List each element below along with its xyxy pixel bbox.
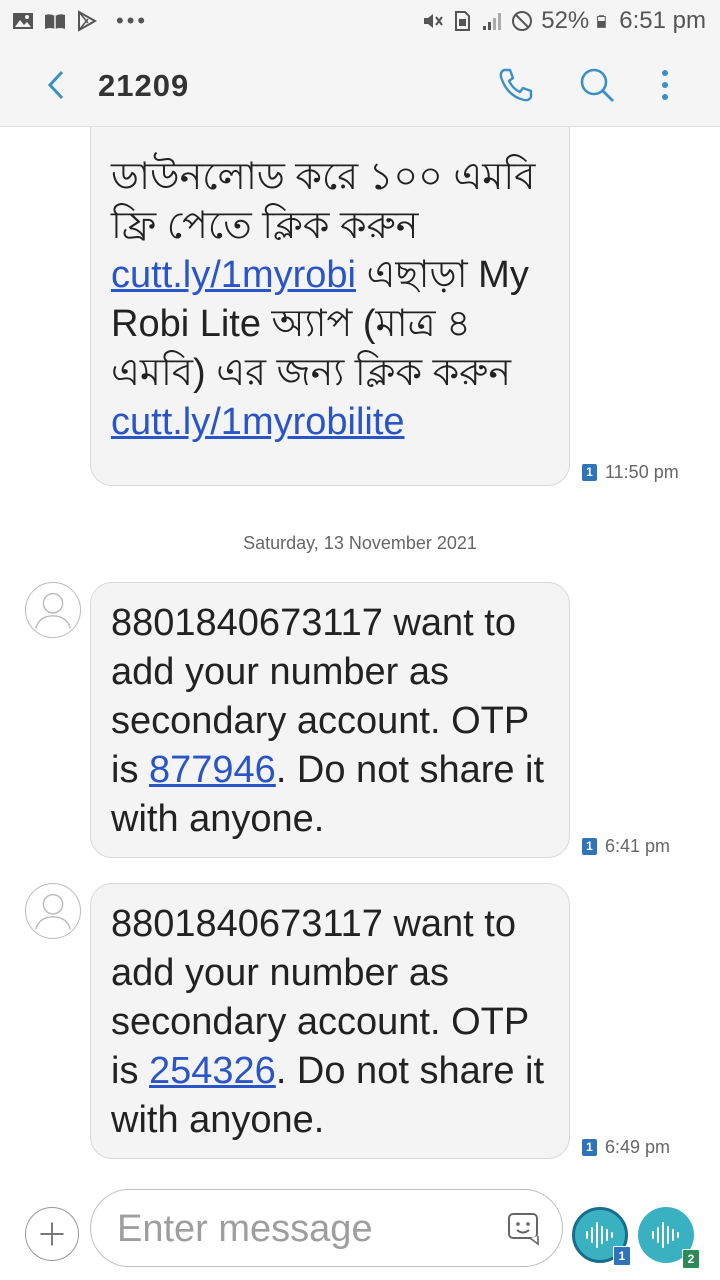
- contact-avatar[interactable]: [25, 582, 81, 638]
- book-icon: [45, 14, 65, 29]
- voice-send-sim1-button[interactable]: 1: [572, 1207, 631, 1266]
- otp-link[interactable]: 254326: [149, 1050, 276, 1092]
- sticker-icon[interactable]: [506, 1210, 542, 1246]
- sim2-badge: 2: [682, 1249, 700, 1269]
- sim1-badge: 1: [613, 1246, 631, 1266]
- otp-link[interactable]: 877946: [149, 749, 276, 791]
- more-notifications-icon: •••: [116, 8, 149, 33]
- link-cutt-ly-1myrobilite[interactable]: cutt.ly/1myrobilite: [111, 401, 405, 443]
- sim1-badge: 1: [582, 838, 597, 855]
- sim1-badge: 1: [582, 1139, 597, 1156]
- sim-icon: [455, 11, 471, 31]
- message-list[interactable]: ডাউনলোড করে ১০০ এমবি ফ্রি পেতে ক্লিক করু…: [0, 127, 720, 1177]
- link-cutt-ly-1myrobi[interactable]: cutt.ly/1myrobi: [111, 254, 356, 296]
- message-time: 1 11:50 pm: [582, 462, 679, 483]
- sim1-badge: 1: [582, 464, 597, 481]
- conversation-header: 21209: [0, 44, 720, 127]
- message-input[interactable]: [115, 1202, 499, 1256]
- message-bubble[interactable]: 8801840673117 want to add your number as…: [90, 582, 570, 858]
- clipped-line: [111, 127, 549, 153]
- search-icon[interactable]: [576, 64, 618, 106]
- message-time: 1 6:41 pm: [582, 836, 670, 857]
- message-input-container[interactable]: [90, 1189, 563, 1267]
- add-attachment-button[interactable]: [25, 1207, 79, 1261]
- signal-icon: [483, 13, 502, 30]
- battery-percent: 52%: [541, 7, 590, 34]
- voice-send-sim2-button[interactable]: 2: [638, 1207, 700, 1269]
- message-time: 1 6:49 pm: [582, 1137, 670, 1158]
- date-separator: Saturday, 13 November 2021: [243, 533, 477, 553]
- phone-icon[interactable]: [494, 64, 536, 106]
- mute-vibrate-icon: [424, 14, 444, 28]
- message-bubble[interactable]: 8801840673117 want to add your number as…: [90, 883, 570, 1159]
- battery-icon: [597, 15, 607, 28]
- contact-avatar[interactable]: [25, 883, 81, 939]
- clock: 6:51 pm: [619, 7, 706, 34]
- message-composer: 1 2: [0, 1180, 720, 1280]
- back-icon[interactable]: [40, 66, 72, 104]
- contact-title: 21209: [98, 68, 190, 103]
- message-bubble[interactable]: ডাউনলোড করে ১০০ এমবি ফ্রি পেতে ক্লিক করু…: [90, 127, 570, 486]
- more-vert-icon[interactable]: [644, 64, 686, 106]
- status-bar: ••• 52% 6:51 pm: [0, 0, 720, 44]
- play-store-icon: [78, 10, 98, 32]
- no-sim-icon: [512, 11, 533, 31]
- gallery-icon: [13, 13, 33, 29]
